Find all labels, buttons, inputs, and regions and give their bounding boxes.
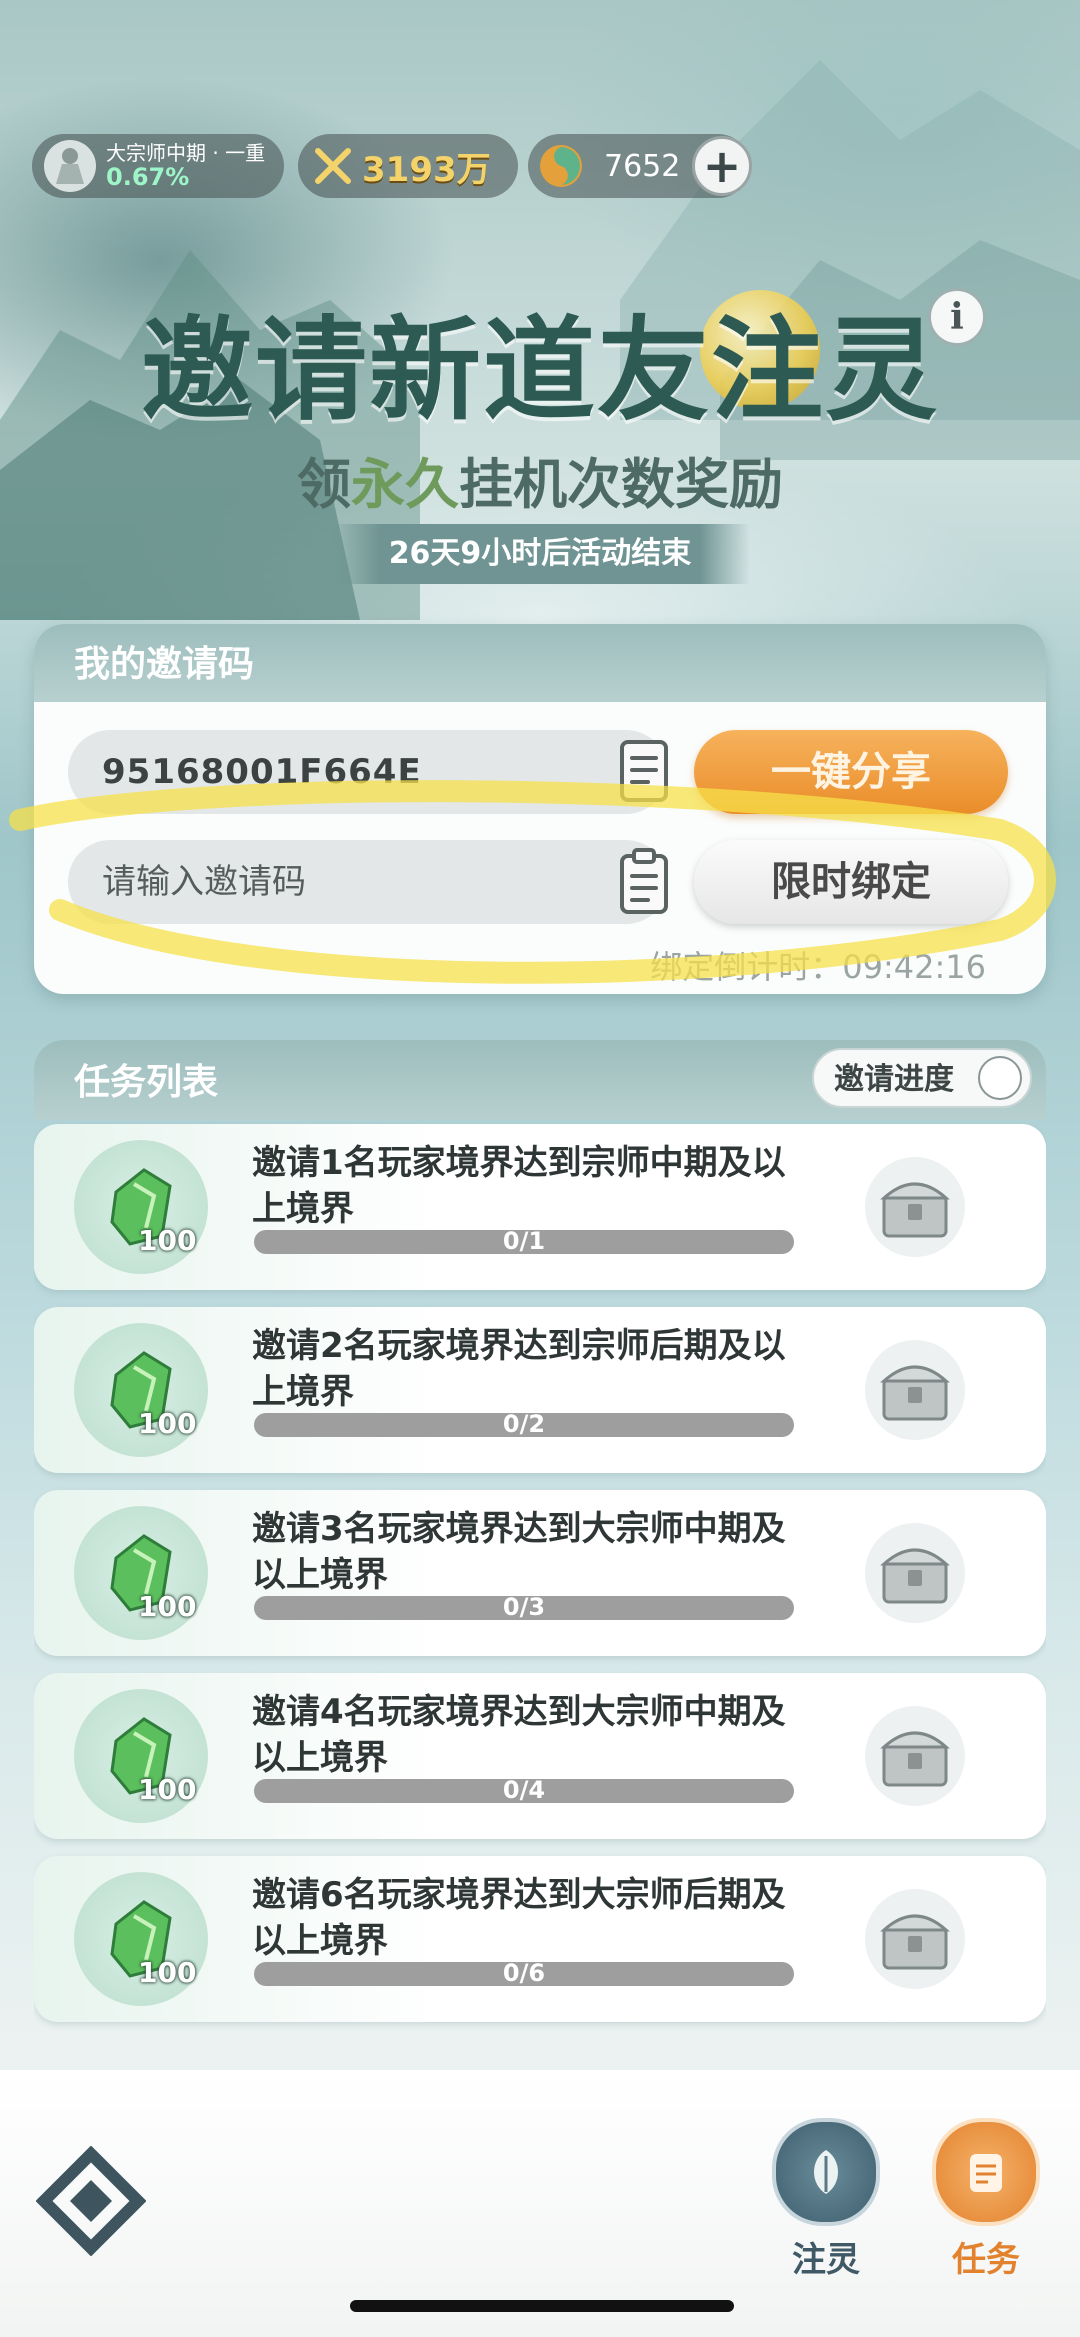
treasure-chest-icon[interactable] xyxy=(860,1701,970,1811)
invite-progress-label: 邀请进度 xyxy=(834,1062,954,1097)
treasure-chest-icon[interactable] xyxy=(860,1518,970,1628)
event-subtitle: 领永久挂机次数奖励 xyxy=(0,440,1080,519)
nav-zhuling[interactable]: 注灵 xyxy=(766,2118,886,2281)
bottom-nav: 注灵 任务 xyxy=(0,2070,1080,2337)
my-invite-code: 95168001F664E xyxy=(68,730,668,814)
nav-task[interactable]: 任务 xyxy=(926,2118,1046,2281)
task-progress-text: 0/1 xyxy=(502,1227,546,1255)
reward-count: 100 xyxy=(138,1224,197,1257)
task-row: 100 邀请1名玩家境界达到宗师中期及以上境界 0/1 xyxy=(34,1124,1046,1290)
rank-badge[interactable]: 大宗师中期 · 一重 0.67% xyxy=(32,134,284,198)
add-currency-button[interactable]: + xyxy=(692,136,752,196)
copy-icon[interactable] xyxy=(614,736,674,806)
task-title: 邀请6名玩家境界达到大宗师后期及以上境界 xyxy=(252,1875,786,1961)
reward-count: 100 xyxy=(138,1956,197,1989)
task-progress-bar: 0/3 xyxy=(254,1593,794,1621)
info-button[interactable]: i xyxy=(928,288,986,346)
task-row: 100 邀请4名玩家境界达到大宗师中期及以上境界 0/4 xyxy=(34,1673,1046,1839)
task-progress-text: 0/6 xyxy=(502,1959,546,1987)
event-title: 邀请新道友注灵 xyxy=(141,306,939,436)
reward-count: 100 xyxy=(138,1773,197,1806)
task-progress-text: 0/3 xyxy=(502,1593,546,1621)
invite-card-header: 我的邀请码 xyxy=(34,624,1046,702)
currency-value: 7652 xyxy=(604,148,681,184)
person-add-icon xyxy=(978,1056,1022,1100)
avatar xyxy=(44,140,96,192)
task-row: 100 邀请3名玩家境界达到大宗师中期及以上境界 0/3 xyxy=(34,1490,1046,1656)
task-title: 邀请4名玩家境界达到大宗师中期及以上境界 xyxy=(252,1692,786,1778)
home-indicator[interactable] xyxy=(350,2300,734,2312)
scroll-icon xyxy=(932,2118,1040,2226)
invite-progress-button[interactable]: 邀请进度 xyxy=(812,1048,1032,1108)
task-progress-bar: 0/4 xyxy=(254,1776,794,1804)
bind-button[interactable]: 限时绑定 xyxy=(694,840,1008,924)
game-logo-icon[interactable] xyxy=(36,2146,146,2256)
bind-countdown: 绑定倒计时：09:42:16 xyxy=(650,948,986,986)
clipboard-icon[interactable] xyxy=(614,846,674,916)
jade-coin-icon xyxy=(540,145,582,187)
nav-task-label: 任务 xyxy=(952,2240,1020,2280)
task-progress-bar: 0/2 xyxy=(254,1410,794,1438)
task-progress-bar: 0/6 xyxy=(254,1959,794,1987)
treasure-chest-icon[interactable] xyxy=(860,1884,970,1994)
rank-progress: 0.67% xyxy=(106,162,190,191)
power-value: 3193万 xyxy=(362,149,491,190)
treasure-chest-icon[interactable] xyxy=(860,1152,970,1262)
invite-code-input[interactable]: 请输入邀请码 xyxy=(68,840,668,924)
task-row: 100 邀请6名玩家境界达到大宗师后期及以上境界 0/6 xyxy=(34,1856,1046,2022)
crossed-swords-icon xyxy=(315,148,351,184)
subtitle-suffix: 挂机次数奖励 xyxy=(459,453,783,516)
reward-count: 100 xyxy=(138,1407,197,1440)
task-title: 邀请3名玩家境界达到大宗师中期及以上境界 xyxy=(252,1509,786,1595)
task-title: 邀请1名玩家境界达到宗师中期及以上境界 xyxy=(252,1143,786,1229)
share-button[interactable]: 一键分享 xyxy=(694,730,1008,814)
nav-zhuling-label: 注灵 xyxy=(792,2240,860,2280)
task-row: 100 邀请2名玩家境界达到宗师后期及以上境界 0/2 xyxy=(34,1307,1046,1473)
rank-title: 大宗师中期 · 一重 xyxy=(106,140,266,165)
subtitle-prefix: 领 xyxy=(297,453,351,516)
event-countdown: 26天9小时后活动结束 xyxy=(330,524,750,584)
power-display[interactable]: 3193万 xyxy=(298,134,518,198)
cultivator-icon xyxy=(56,148,84,184)
treasure-chest-icon[interactable] xyxy=(860,1335,970,1445)
invite-card: 我的邀请码 95168001F664E 一键分享 请输入邀请码 限时绑定 绑定倒… xyxy=(34,624,1046,994)
subtitle-highlight: 永久 xyxy=(351,453,459,516)
task-progress-text: 0/2 xyxy=(502,1410,546,1438)
task-progress-bar: 0/1 xyxy=(254,1227,794,1255)
tasks-header: 任务列表 邀请进度 xyxy=(34,1040,1046,1120)
tasks-panel: 任务列表 邀请进度 100 邀请1名玩家境界达到宗师中期及以上境界 0/1 10… xyxy=(34,1040,1046,2060)
task-progress-text: 0/4 xyxy=(502,1776,546,1804)
tasks-title: 任务列表 xyxy=(74,1062,219,1103)
leaf-icon xyxy=(772,2118,880,2226)
reward-count: 100 xyxy=(138,1590,197,1623)
task-title: 邀请2名玩家境界达到宗师后期及以上境界 xyxy=(252,1326,786,1412)
